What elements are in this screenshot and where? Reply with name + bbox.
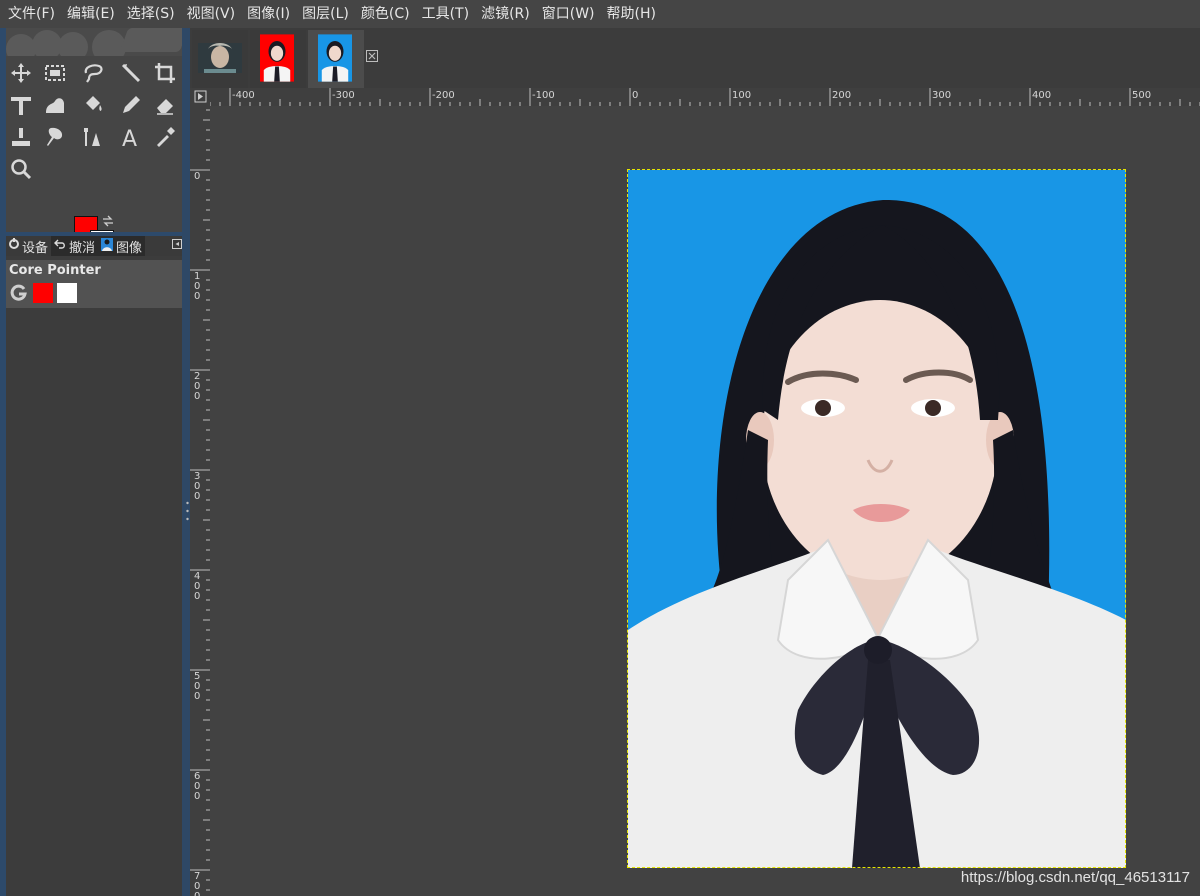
menu-item-4[interactable]: 图像(I) [241, 0, 296, 28]
dock-tab-label: 设备 [22, 240, 49, 256]
dock-tabs: 设备 撤消 图像 [6, 236, 182, 256]
ruler-top-label: 500 [1132, 90, 1151, 101]
rect-select-tool-icon[interactable] [40, 58, 70, 88]
device-icon [9, 238, 19, 254]
ruler-left-label: 0 [194, 491, 200, 502]
ruler-left-label: 0 [194, 791, 200, 802]
dock-tab-label: 撤消 [69, 240, 96, 256]
close-tab-icon[interactable] [366, 50, 378, 62]
image-canvas[interactable]: https://blog.csdn.net/qq_46513117 [210, 106, 1200, 896]
left-dock: A 设备 撤消 图像 Core Pointer [0, 28, 186, 896]
image-icon [101, 237, 114, 255]
device-foreground-swatch [33, 283, 53, 303]
dock-right-edge [182, 28, 190, 896]
text-tool-icon[interactable]: A [116, 122, 146, 152]
device-name: Core Pointer [9, 263, 101, 278]
ruler-left-label: 0 [194, 891, 200, 896]
unified-transform-tool-icon[interactable] [6, 90, 36, 120]
crop-tool-icon[interactable] [150, 58, 180, 88]
dock-tab-label: 图像 [116, 240, 143, 256]
watermark-text: https://blog.csdn.net/qq_46513117 [960, 869, 1190, 886]
ruler-top-label: 300 [932, 90, 951, 101]
image-tab-2[interactable] [250, 30, 306, 88]
ruler-top-label: 0 [632, 90, 638, 101]
ruler-vertical[interactable]: 0100200300400500600700 [190, 106, 210, 896]
menu-item-6[interactable]: 颜色(C) [355, 0, 416, 28]
move-tool-icon[interactable] [6, 58, 36, 88]
paths-tool-icon[interactable] [78, 122, 108, 152]
ruler-left-label: 0 [194, 391, 200, 402]
device-tool-icon [10, 284, 27, 301]
image-tab-3[interactable] [308, 30, 364, 88]
pencil-tool-icon[interactable] [116, 90, 146, 120]
image-thumbnail-2 [260, 34, 294, 82]
ruler-top-label: -100 [532, 90, 555, 101]
ruler-top-label: 100 [732, 90, 751, 101]
free-select-tool-icon[interactable] [78, 58, 108, 88]
ruler-left-label: 0 [194, 691, 200, 702]
menu-item-0[interactable]: 文件(F) [0, 0, 61, 28]
dock-tab-0[interactable]: 设备 [6, 236, 51, 256]
ruler-horizontal[interactable]: -400 -300 -200 -100 0 100 200 300 400 500 [210, 88, 1200, 106]
dock-tab-1[interactable]: 撤消 [51, 236, 99, 256]
menu-item-5[interactable]: 图层(L) [296, 0, 355, 28]
ruler-top-label: 400 [1032, 90, 1051, 101]
ruler-left-label: 0 [194, 591, 200, 602]
undo-icon [54, 238, 66, 254]
color-picker-tool-icon[interactable] [150, 122, 180, 152]
menu-item-9[interactable]: 窗口(W) [536, 0, 601, 28]
menu-item-1[interactable]: 编辑(E) [61, 0, 121, 28]
ruler-corner[interactable] [190, 88, 210, 106]
image-thumbnail-3 [318, 34, 352, 82]
menu-item-10[interactable]: 帮助(H) [601, 0, 662, 28]
device-status-panel: Core Pointer [6, 260, 182, 308]
ruler-top-label: -400 [232, 90, 255, 101]
toolbox-header [6, 28, 182, 56]
toolbox: A [6, 56, 182, 232]
ruler-top-label: 200 [832, 90, 851, 101]
bucket-fill-tool-icon[interactable] [78, 90, 108, 120]
warp-transform-tool-icon[interactable] [40, 90, 70, 120]
ruler-left-label: 0 [194, 291, 200, 302]
menu-item-2[interactable]: 选择(S) [121, 0, 181, 28]
dock-menu-icon[interactable] [172, 239, 182, 249]
swap-colors-icon[interactable] [101, 215, 115, 227]
dock-resize-handle[interactable] [186, 500, 189, 522]
menu-item-7[interactable]: 工具(T) [416, 0, 475, 28]
menu-item-3[interactable]: 视图(V) [181, 0, 242, 28]
zoom-tool-icon[interactable] [6, 154, 36, 184]
smudge-tool-icon[interactable] [40, 122, 70, 152]
ruler-left-label: 0 [194, 171, 200, 182]
device-background-swatch [57, 283, 77, 303]
image-thumbnail-1 [198, 43, 242, 73]
ruler-top-label: -200 [432, 90, 455, 101]
image-tabs [190, 28, 1200, 88]
dock-tab-2[interactable]: 图像 [98, 236, 146, 256]
portrait-photo[interactable] [628, 170, 1126, 868]
eraser-tool-icon[interactable] [150, 90, 180, 120]
ruler-top-label: -300 [332, 90, 355, 101]
menu-item-8[interactable]: 滤镜(R) [475, 0, 536, 28]
clone-tool-icon[interactable] [6, 122, 36, 152]
image-tab-1[interactable] [192, 30, 248, 88]
menu-bar: 文件(F) 编辑(E) 选择(S) 视图(V) 图像(I) 图层(L) 颜色(C) 工具(T)… [0, 0, 1200, 28]
fuzzy-select-tool-icon[interactable] [116, 58, 146, 88]
svg-text:A: A [122, 127, 137, 149]
